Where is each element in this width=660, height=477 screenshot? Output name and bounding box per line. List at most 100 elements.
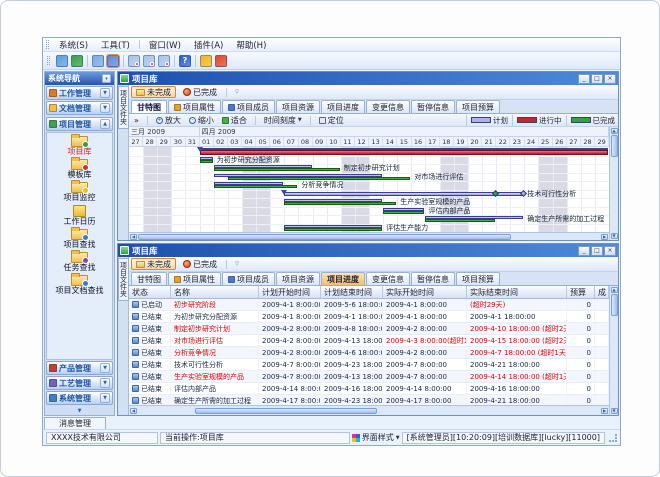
tab-项目预算[interactable]: 项目预算 <box>456 100 500 113</box>
sidebar-item-项目监控[interactable]: 项目监控 <box>64 181 96 203</box>
minimize-button[interactable]: _ <box>578 74 590 84</box>
connect-icon[interactable] <box>56 55 68 67</box>
table-row[interactable]: 已结束为初步研究分配资源2009-4-1 8:00:002009-4-1 18:… <box>129 311 609 323</box>
scrollbar-thumb[interactable] <box>195 408 377 414</box>
gantt-horizontal-scrollbar[interactable]: ◀ ▶ <box>129 232 609 240</box>
gantt-inprogress-bar[interactable] <box>200 150 608 155</box>
gantt-actual-bar[interactable] <box>383 211 424 214</box>
resize-grip[interactable] <box>609 434 617 442</box>
tab-项目属性[interactable]: 项目属性 <box>168 100 221 113</box>
gantt-actual-bar[interactable] <box>200 160 213 163</box>
filter-dropdown-button[interactable]: ▽ <box>235 261 239 267</box>
sidebar-item-任务查找[interactable]: 任务查找 <box>64 251 96 273</box>
scroll-right-arrow[interactable]: ▶ <box>601 234 608 240</box>
sidebar-group-文档管理[interactable]: 文档管理▼ <box>46 101 113 115</box>
column-header-计划结束时间[interactable]: 计划结束时间 <box>321 286 383 298</box>
table-row[interactable]: 已结束确定生产所需的加工过程2009-4-17 8:00:002009-4-23… <box>129 395 609 405</box>
sidebar-group-项目管理[interactable]: 项目管理▲ <box>46 117 113 131</box>
tab-项目成员[interactable]: 项目成员 <box>222 272 275 285</box>
filter-已完成[interactable]: 已完成 <box>178 86 222 98</box>
tab-甘特图[interactable]: 甘特图 <box>131 100 167 113</box>
tab-message-management[interactable]: 消息管理 <box>44 417 106 429</box>
tab-甘特图[interactable]: 甘特图 <box>131 272 167 285</box>
sidebar-item-模板库[interactable]: 模板库 <box>68 158 92 180</box>
zoom-in-button[interactable]: +放大 <box>154 115 183 126</box>
scroll-left-arrow[interactable]: ◀ <box>130 234 137 240</box>
gantt-actual-bar[interactable] <box>284 228 382 231</box>
group-chevron-icon[interactable]: ▼ <box>100 363 110 373</box>
tab-变更信息[interactable]: 变更信息 <box>366 272 410 285</box>
column-header-实际开始时间[interactable]: 实际开始时间 <box>383 286 467 298</box>
table-horizontal-scrollbar[interactable]: ◀ ▶ <box>129 405 609 415</box>
scrollbar-thumb[interactable] <box>611 294 618 316</box>
scroll-down-arrow[interactable]: ▼ <box>611 408 618 414</box>
filter-未完成[interactable]: 未完成 <box>131 258 176 270</box>
project-folder-vertical-tab[interactable]: 项目文件夹 <box>118 86 129 129</box>
help-icon[interactable]: ? <box>179 55 191 67</box>
report-new-icon[interactable] <box>128 55 140 67</box>
open-folder-icon[interactable] <box>92 55 104 67</box>
gantt-actual-bar[interactable] <box>214 185 298 188</box>
filter-已完成[interactable]: 已完成 <box>178 258 222 270</box>
group-chevron-icon[interactable]: ▼ <box>100 378 110 388</box>
menu-item-1[interactable]: 工具(T) <box>95 38 136 52</box>
column-header-预算[interactable]: 预算 <box>567 286 595 298</box>
tab-项目资源[interactable]: 项目资源 <box>276 100 320 113</box>
restore-button[interactable]: □ <box>591 246 603 256</box>
scroll-up-arrow[interactable]: ▲ <box>611 287 618 293</box>
project-folder-vertical-tab[interactable]: 项目文件夹 <box>118 258 129 301</box>
column-header-成[interactable]: 成 <box>595 286 609 298</box>
restore-button[interactable]: □ <box>591 74 603 84</box>
column-header-状态[interactable]: 状态 <box>129 286 171 298</box>
report-delete-icon[interactable] <box>158 55 170 67</box>
scroll-up-arrow[interactable]: ▲ <box>611 128 618 134</box>
gantt-actual-bar[interactable] <box>425 219 495 222</box>
column-header-计划开始时间[interactable]: 计划开始时间 <box>259 286 321 298</box>
column-header-实际结束时间[interactable]: 实际结束时间 <box>467 286 567 298</box>
sidebar-item-工作日历[interactable]: 工作日历 <box>64 204 96 227</box>
sidebar-item-项目查找[interactable]: 项目查找 <box>64 228 96 250</box>
globe-icon[interactable] <box>71 55 83 67</box>
table-row[interactable]: 已结束制定初步研究计划2009-4-2 8:00:002009-4-8 18:0… <box>129 323 609 335</box>
overflow-chevron-button[interactable]: » <box>132 116 141 125</box>
lock-icon[interactable] <box>200 55 212 67</box>
report-edit-icon[interactable] <box>143 55 155 67</box>
tab-变更信息[interactable]: 变更信息 <box>366 100 410 113</box>
menu-item-0[interactable]: 系统(S) <box>53 38 94 52</box>
table-row[interactable]: 已启动初步研究阶段2009-4-1 8:00:002009-5-6 18:00:… <box>129 299 609 311</box>
sidebar-group-产品管理[interactable]: 产品管理▼ <box>46 361 113 375</box>
sidebar-header-button[interactable]: ▾ <box>102 74 111 83</box>
close-button[interactable]: × <box>604 246 616 256</box>
table-row[interactable]: 已结束分析竞争情况2009-4-2 8:00:002009-4-6 18:00:… <box>129 347 609 359</box>
gantt-actual-bar[interactable] <box>228 177 411 180</box>
scroll-down-arrow[interactable]: ▼ <box>611 233 618 239</box>
group-chevron-icon[interactable]: ▼ <box>100 88 110 98</box>
save-icon[interactable] <box>107 55 119 67</box>
table-row[interactable]: 已结束对市场进行评估2009-4-2 8:00:002009-4-13 18:0… <box>129 335 609 347</box>
ui-style-dropdown[interactable]: 界面样式 ▼ <box>352 432 400 443</box>
table-row[interactable]: 已结束技术可行性分析2009-4-7 8:00:002009-4-23 18:0… <box>129 359 609 371</box>
table-row[interactable]: 已结束生产实验室规模的产品2009-4-7 8:00:002009-4-13 1… <box>129 371 609 383</box>
exit-icon[interactable] <box>215 55 227 67</box>
sidebar-group-系统管理[interactable]: 系统管理▼ <box>46 391 113 405</box>
sidebar-group-工作管理[interactable]: 工作管理▼ <box>46 86 113 100</box>
menu-item-3[interactable]: 插件(A) <box>188 38 229 52</box>
table-row[interactable]: 已结束评估内部产品2009-4-14 8:00:002009-4-16 18:0… <box>129 383 609 395</box>
sidebar-item-项目文档查找[interactable]: 项目文档查找 <box>56 274 104 296</box>
tab-项目资源[interactable]: 项目资源 <box>276 272 320 285</box>
minimize-button[interactable]: _ <box>578 246 590 256</box>
filter-未完成[interactable]: 未完成 <box>131 86 176 98</box>
tab-项目属性[interactable]: 项目属性 <box>168 272 221 285</box>
scroll-left-arrow[interactable]: ◀ <box>130 408 137 414</box>
tab-项目进度[interactable]: 项目进度 <box>321 100 365 113</box>
gantt-summary-bar[interactable] <box>284 192 523 196</box>
time-scale-dropdown[interactable]: 时间刻度▼ <box>262 115 304 126</box>
menu-item-2[interactable]: 窗口(W) <box>143 38 187 52</box>
sidebar-overflow-chevron[interactable]: ▼ <box>45 406 114 415</box>
filter-dropdown-button[interactable]: ▽ <box>235 89 239 95</box>
scrollbar-thumb[interactable] <box>138 234 511 240</box>
fit-button[interactable]: 适合 <box>220 115 249 126</box>
sidebar-group-工艺管理[interactable]: 工艺管理▼ <box>46 376 113 390</box>
scroll-right-arrow[interactable]: ▶ <box>601 408 608 414</box>
locate-button[interactable]: 定位 <box>317 115 346 126</box>
